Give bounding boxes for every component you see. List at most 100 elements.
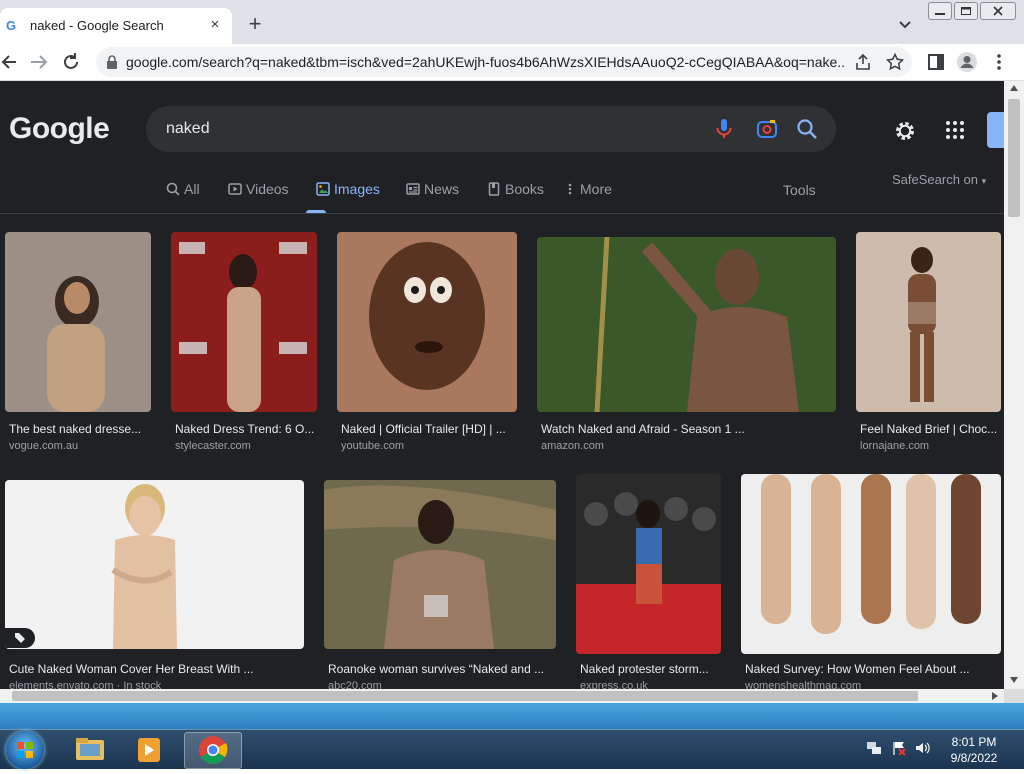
clock-date: 9/8/2022	[950, 751, 998, 765]
tag-icon[interactable]	[5, 628, 35, 648]
browser-tab[interactable]: G naked - Google Search ×	[0, 8, 232, 44]
start-button[interactable]	[6, 731, 44, 769]
close-tab-icon[interactable]: ×	[206, 16, 224, 34]
forward-icon[interactable]	[27, 50, 51, 74]
result-caption[interactable]: Roanoke woman survives “Naked and ...	[328, 662, 552, 676]
volume-icon[interactable]	[914, 740, 930, 756]
result-source[interactable]: womenshealthmag.com	[745, 680, 861, 689]
back-icon[interactable]	[0, 50, 24, 74]
result-source[interactable]: vogue.com.au	[9, 440, 78, 452]
network-icon[interactable]	[866, 740, 882, 756]
book-icon	[488, 182, 500, 196]
image-result[interactable]: Watch Naked and Afraid - Season 1 ... am…	[537, 232, 836, 452]
search-tabs: All Videos Images News Books More	[0, 181, 1004, 214]
media-player-icon	[138, 738, 160, 762]
google-logo[interactable]: Google	[9, 112, 110, 146]
result-source[interactable]: youtube.com	[341, 440, 404, 452]
result-thumbnail[interactable]	[741, 474, 1001, 654]
search-box[interactable]: naked	[146, 106, 836, 152]
taskbar-media-player[interactable]	[122, 732, 178, 767]
scrollbar-corner	[1004, 689, 1024, 703]
result-source[interactable]: amazon.com	[541, 440, 604, 452]
play-icon	[228, 183, 242, 195]
scroll-up-arrow-icon[interactable]	[1010, 85, 1018, 91]
windows-logo-icon	[17, 742, 33, 758]
result-caption[interactable]: Cute Naked Woman Cover Her Breast With .…	[9, 662, 301, 676]
vertical-scroll-thumb[interactable]	[1008, 99, 1020, 217]
close-window-button[interactable]	[980, 2, 1016, 20]
bookmark-star-icon[interactable]	[886, 53, 904, 71]
result-source[interactable]: express.co.uk	[580, 680, 648, 689]
result-caption[interactable]: The best naked dresse...	[9, 422, 149, 436]
new-tab-button[interactable]: +	[244, 13, 266, 35]
lock-icon[interactable]	[106, 55, 118, 69]
result-thumbnail[interactable]	[537, 237, 836, 412]
result-source[interactable]: lornajane.com	[860, 440, 929, 452]
google-apps-icon[interactable]	[944, 119, 966, 141]
reload-icon[interactable]	[59, 50, 83, 74]
result-source[interactable]: abc20.com	[328, 680, 382, 689]
chevron-down-icon: ▾	[981, 176, 987, 186]
result-thumbnail[interactable]	[171, 232, 317, 412]
result-source[interactable]: stylecaster.com	[175, 440, 251, 452]
news-icon	[406, 183, 420, 195]
sign-in-button[interactable]	[987, 112, 1004, 148]
clock-time: 8:01 PM	[951, 735, 997, 749]
scroll-right-arrow-icon[interactable]	[992, 692, 998, 700]
scroll-down-arrow-icon[interactable]	[1010, 677, 1018, 683]
settings-gear-icon[interactable]	[893, 119, 917, 143]
result-thumbnail[interactable]	[856, 232, 1001, 412]
minimize-button[interactable]	[928, 2, 952, 20]
result-thumbnail[interactable]	[324, 480, 556, 649]
taskbar-explorer[interactable]	[62, 732, 118, 767]
result-source[interactable]: elements.envato.com · In stock	[9, 680, 161, 689]
horizontal-scroll-thumb[interactable]	[12, 691, 918, 701]
maximize-button[interactable]	[954, 2, 978, 20]
action-center-flag-icon[interactable]	[891, 740, 907, 756]
result-caption[interactable]: Naked | Official Trailer [HD] | ...	[341, 422, 513, 436]
profile-avatar-icon[interactable]	[955, 50, 979, 74]
chrome-icon	[199, 736, 228, 764]
share-icon[interactable]	[854, 53, 872, 71]
taskbar-chrome[interactable]	[184, 732, 242, 769]
result-caption[interactable]: Watch Naked and Afraid - Season 1 ...	[541, 422, 831, 436]
search-input[interactable]: naked	[166, 120, 210, 138]
chrome-menu-icon[interactable]	[987, 50, 1011, 74]
result-caption[interactable]: Feel Naked Brief | Choc...	[860, 422, 1000, 436]
search-icon	[166, 182, 180, 196]
google-favicon-icon: G	[6, 18, 17, 33]
image-result[interactable]: Naked Survey: How Women Feel About ... w…	[741, 474, 1001, 689]
taskbar: 8:01 PM 9/8/2022	[0, 729, 1024, 769]
lens-search-icon[interactable]	[756, 118, 778, 140]
result-thumbnail[interactable]	[5, 232, 151, 412]
image-result[interactable]: Feel Naked Brief | Choc... lornajane.com	[856, 232, 1001, 452]
search-submit-icon[interactable]	[796, 118, 818, 140]
safesearch-dropdown[interactable]: SafeSearch on ▾	[892, 172, 986, 187]
tab-search-chevron-icon[interactable]	[896, 15, 914, 33]
image-result[interactable]: Roanoke woman survives “Naked and ... ab…	[324, 480, 556, 689]
system-clock[interactable]: 8:01 PM 9/8/2022	[936, 734, 1012, 766]
browser-toolbar: google.com/search?q=naked&tbm=isch&ved=2…	[0, 44, 1024, 81]
image-result[interactable]: Naked | Official Trailer [HD] | ... yout…	[337, 232, 517, 452]
image-result[interactable]: Naked protester storm... express.co.uk	[576, 474, 721, 689]
tools-button[interactable]: Tools	[783, 182, 816, 198]
image-result[interactable]: Naked Dress Trend: 6 O... stylecaster.co…	[171, 232, 317, 452]
url-text[interactable]: google.com/search?q=naked&tbm=isch&ved=2…	[126, 54, 846, 70]
image-result[interactable]: The best naked dresse... vogue.com.au	[5, 232, 151, 452]
desktop-background	[0, 703, 1024, 729]
address-bar[interactable]: google.com/search?q=naked&tbm=isch&ved=2…	[96, 47, 912, 77]
result-caption[interactable]: Naked protester storm...	[580, 662, 720, 676]
vertical-scrollbar[interactable]	[1004, 81, 1024, 689]
result-thumbnail[interactable]	[5, 480, 304, 649]
image-result[interactable]: Cute Naked Woman Cover Her Breast With .…	[5, 480, 304, 689]
result-thumbnail[interactable]	[337, 232, 517, 412]
folder-icon	[76, 738, 104, 760]
result-thumbnail[interactable]	[576, 474, 721, 654]
horizontal-scrollbar[interactable]	[0, 689, 1004, 703]
result-caption[interactable]: Naked Dress Trend: 6 O...	[175, 422, 315, 436]
result-caption[interactable]: Naked Survey: How Women Feel About ...	[745, 662, 1000, 676]
tab-title: naked - Google Search	[30, 18, 164, 33]
voice-search-icon[interactable]	[714, 118, 734, 140]
side-panel-icon[interactable]	[924, 50, 948, 74]
dots-vertical-icon	[568, 183, 572, 195]
